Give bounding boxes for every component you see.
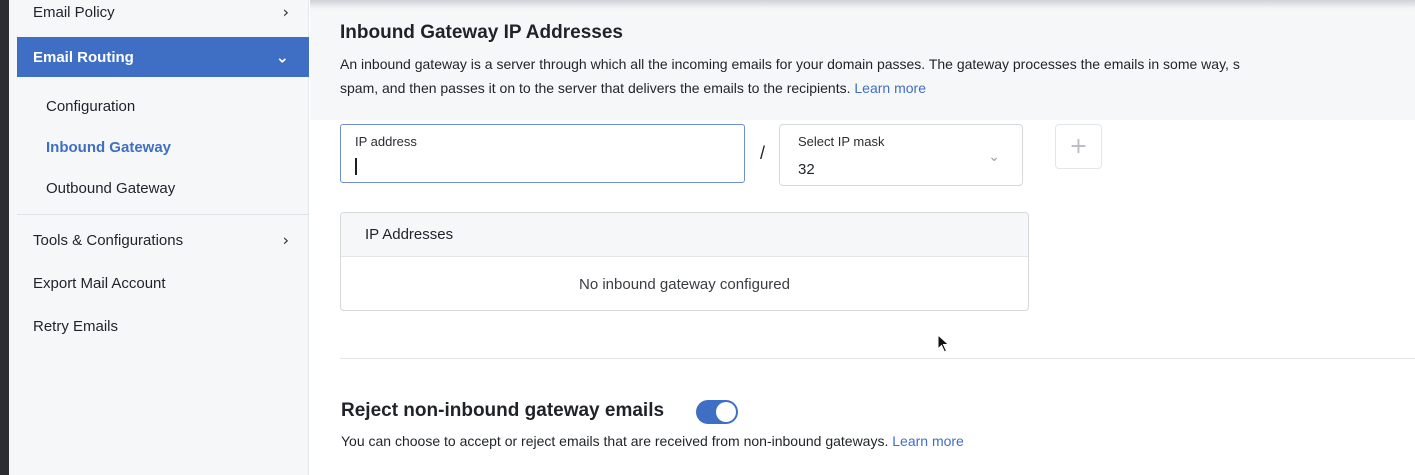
reject-description-text: You can choose to accept or reject email… xyxy=(341,433,889,449)
reject-section-title: Reject non-inbound gateway emails xyxy=(341,400,665,421)
description-line: spam, and then passes it on to the serve… xyxy=(340,80,851,96)
reject-description: You can choose to accept or reject email… xyxy=(341,433,964,449)
learn-more-link[interactable]: Learn more xyxy=(892,433,964,449)
ip-addresses-table: IP Addresses No inbound gateway configur… xyxy=(340,212,1029,311)
sidebar-item-outbound-gateway[interactable]: Outbound Gateway xyxy=(9,170,309,206)
sidebar-item-email-routing[interactable]: Email Routing ⌄ xyxy=(17,37,309,77)
page-title: Inbound Gateway IP Addresses xyxy=(340,22,623,43)
text-caret xyxy=(355,158,357,175)
ip-address-label: IP address xyxy=(355,134,417,149)
mask-separator: / xyxy=(760,143,766,163)
sidebar-item-label: Tools & Configurations xyxy=(33,231,184,249)
table-header: IP Addresses xyxy=(341,213,1028,257)
sidebar-item-label: Retry Emails xyxy=(33,317,119,335)
chevron-right-icon: › xyxy=(282,230,289,250)
section-divider xyxy=(340,358,1415,359)
sidebar: Email Policy › Email Routing ⌄ Configura… xyxy=(9,0,309,475)
add-ip-button[interactable]: + xyxy=(1055,124,1102,169)
empty-state-text: No inbound gateway configured xyxy=(579,275,790,293)
reject-toggle[interactable] xyxy=(696,400,738,424)
sidebar-item-label: Export Mail Account xyxy=(33,274,166,292)
chevron-right-icon: › xyxy=(282,2,289,22)
ip-mask-label: Select IP mask xyxy=(798,134,885,149)
learn-more-link[interactable]: Learn more xyxy=(854,80,926,96)
sidebar-item-email-policy[interactable]: Email Policy › xyxy=(9,0,309,30)
sidebar-item-label: Outbound Gateway xyxy=(46,179,176,197)
chevron-down-icon: ⌄ xyxy=(988,149,1000,165)
description-line: An inbound gateway is a server through w… xyxy=(340,56,1240,72)
sidebar-item-export-mail-account[interactable]: Export Mail Account xyxy=(9,265,309,301)
window-edge xyxy=(0,0,9,475)
sidebar-item-retry-emails[interactable]: Retry Emails xyxy=(9,308,309,344)
ip-mask-select[interactable]: Select IP mask 32 ⌄ xyxy=(779,124,1023,186)
ip-mask-value: 32 xyxy=(798,161,815,178)
sidebar-item-configuration[interactable]: Configuration xyxy=(9,88,309,124)
sidebar-item-tools-configurations[interactable]: Tools & Configurations › xyxy=(9,222,309,258)
header-shadow xyxy=(310,0,1415,9)
mouse-cursor-icon xyxy=(937,334,950,353)
sidebar-item-label: Email Routing xyxy=(33,48,134,66)
section-description: An inbound gateway is a server through w… xyxy=(340,52,1415,100)
sidebar-item-label: Email Policy xyxy=(33,3,115,21)
sidebar-divider xyxy=(17,214,309,215)
sidebar-item-label: Inbound Gateway xyxy=(46,138,172,156)
ip-address-field[interactable]: IP address xyxy=(340,124,745,183)
chevron-down-icon: ⌄ xyxy=(275,47,289,67)
toggle-knob xyxy=(716,402,736,422)
sidebar-item-label: Configuration xyxy=(46,97,136,115)
main-content: Inbound Gateway IP Addresses An inbound … xyxy=(310,0,1415,475)
sidebar-item-inbound-gateway[interactable]: Inbound Gateway xyxy=(9,129,309,165)
